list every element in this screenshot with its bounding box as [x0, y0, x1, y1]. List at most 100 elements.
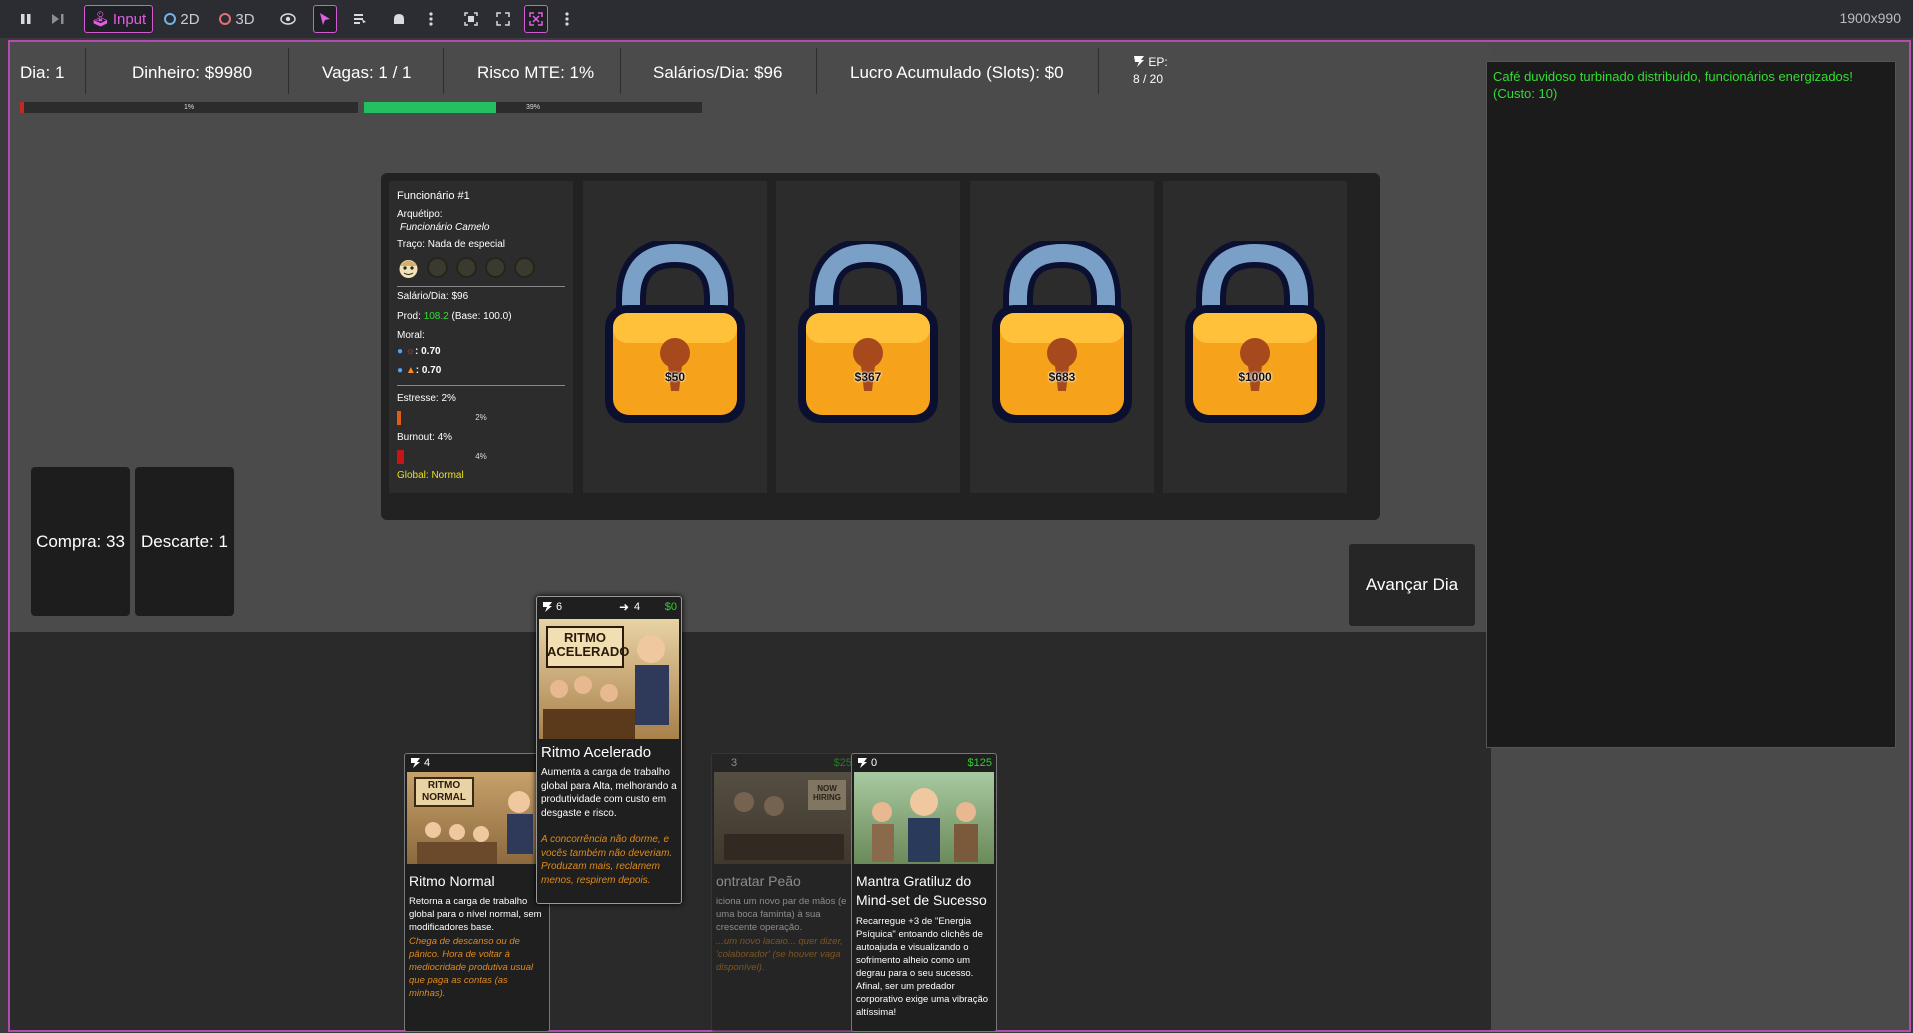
shield-icon: ● [397, 346, 404, 357]
moral-value-1: : 0.70 [415, 346, 441, 357]
burnout-bar-text: 4% [475, 452, 487, 461]
card-mantra[interactable]: 0 $125 Mantra Gratiluz do Mind-set de Su… [851, 753, 997, 1032]
employee-prod: Prod: 108.2 (Base: 100.0) [397, 311, 512, 322]
prod-value: 108.2 [423, 311, 449, 322]
circle-3d-icon [219, 13, 232, 25]
ep-value: 8 / 20 [1133, 72, 1164, 86]
ep-bolt-icon [857, 757, 868, 772]
step-frame-icon[interactable] [48, 5, 68, 33]
embed-game-icon[interactable] [524, 5, 548, 33]
empty-slot-icon [513, 256, 536, 279]
moral-label: Moral: [397, 330, 425, 341]
empty-slot-icon [484, 256, 507, 279]
card-ritmo-normal[interactable]: 4 RITMO NORMAL Ritmo Normal Retorna a ca… [404, 753, 550, 1032]
prod-base: (Base: 100.0) [451, 311, 512, 322]
burnout-bar: 4% [397, 450, 565, 464]
stat-divider [620, 48, 621, 94]
stress-bar: 2% [397, 411, 565, 425]
card-ep-cost: 3 [731, 757, 738, 769]
eye-icon[interactable] [277, 5, 299, 33]
locked-slot-1[interactable]: $50 [583, 181, 767, 493]
draw-pile[interactable]: Compra: 33 [31, 467, 130, 616]
padlock-icon [988, 237, 1136, 436]
frame-icon[interactable] [460, 5, 482, 33]
card-art-text: RITMO NORMAL [422, 780, 466, 803]
padlock-icon [601, 237, 749, 436]
discard-pile[interactable]: Descarte: 1 [135, 467, 234, 616]
circle-2d-icon [164, 13, 177, 25]
vacancies-stat: Vagas: 1 / 1 [322, 63, 412, 82]
more-options-icon[interactable] [422, 5, 440, 33]
draw-arrow-icon: ➜ [619, 600, 630, 614]
stat-divider [816, 48, 817, 94]
camera-override-icon[interactable] [388, 5, 410, 33]
ep-bar: 39% [364, 102, 702, 113]
employee-face-icon [397, 256, 420, 279]
empty-slot-icon [455, 256, 478, 279]
mode-2d-label: 2D [180, 10, 200, 28]
locked-slot-3[interactable]: $683 [970, 181, 1154, 493]
money-stat: Dinheiro: $9980 [132, 63, 253, 82]
ep-bar-text: 39% [525, 104, 540, 111]
stress-bar-text: 2% [475, 413, 487, 422]
locked-slot-4[interactable]: $1000 [1163, 181, 1347, 493]
profit-stat: Lucro Acumulado (Slots): $0 [850, 63, 1064, 82]
moral-row-2: ● ▲: 0.70 [397, 365, 441, 376]
card-art: RITMO ACELERADO [539, 619, 679, 739]
editor-toolbar: 🕹 Input 2D 3D 1900x990 [0, 0, 1913, 38]
padlock-icon [794, 237, 942, 436]
advance-day-button[interactable]: Avançar Dia [1349, 544, 1475, 626]
employee-name: Funcionário #1 [397, 190, 470, 202]
unlock-price: $367 [854, 370, 882, 384]
resolution-label: 1900x990 [1839, 10, 1901, 26]
input-mode-label: Input [112, 10, 147, 28]
stress-label: Estresse: 2% [397, 393, 456, 404]
mode-3d-button[interactable]: 3D [217, 5, 257, 33]
card-ep-cost: 6 [556, 601, 563, 613]
locked-slot-2[interactable]: $367 [776, 181, 960, 493]
gear-icon: ☼ [405, 346, 415, 357]
pause-icon[interactable] [16, 5, 36, 33]
ep-label: EP: [1148, 55, 1168, 69]
day-stat: Dia: 1 [20, 63, 65, 82]
ep-bolt-icon [1133, 55, 1148, 69]
card-art: RITMO NORMAL [407, 772, 547, 864]
card-contratar-peao[interactable]: 3 $25 NOW HIRING ontratar Peão iciona um… [711, 753, 857, 1032]
moral-value-2: : 0.70 [415, 365, 442, 376]
card-art-text-line2: ACELERADO [547, 644, 630, 659]
card-header: 0 $125 [852, 754, 996, 772]
unlock-price: $1000 [1238, 370, 1272, 384]
expand-icon[interactable] [492, 5, 514, 33]
card-art [854, 772, 994, 864]
card-flavor: A concorrência não dorme, e vocês também… [541, 834, 673, 886]
padlock-icon [1181, 237, 1329, 436]
card-ritmo-acelerado[interactable]: 6 ➜ 4 $0 RITMO ACELERADO Ritmo Acelerado… [536, 596, 682, 904]
divider [397, 286, 565, 287]
trait-label: Traço: Nada de especial [397, 239, 506, 250]
divider [397, 385, 565, 386]
risk-bar: 1% [20, 102, 358, 113]
list-select-icon[interactable] [348, 5, 372, 33]
card-flavor: ...um novo lacaio... quer dizer, 'colabo… [716, 936, 843, 973]
input-mode-button[interactable]: 🕹 Input [84, 5, 153, 33]
moral-row-1: ● ☼: 0.70 [397, 346, 441, 357]
card-title: Ritmo Acelerado [541, 744, 652, 761]
card-draw-count: 4 [634, 601, 641, 613]
card-money-cost: $125 [967, 757, 992, 769]
stat-divider [1098, 48, 1099, 94]
global-status: Global: Normal [397, 470, 464, 481]
card-art-text-line1: RITMO [564, 630, 606, 645]
employee-salary: Salário/Dia: $96 [397, 291, 469, 302]
select-tool-icon[interactable] [313, 5, 337, 33]
more-options-icon-2[interactable] [558, 5, 576, 33]
stat-divider [443, 48, 444, 94]
card-art-text: RITMO ACELERADO [547, 630, 630, 659]
salaries-stat: Salários/Dia: $96 [653, 63, 783, 82]
card-title: Ritmo Normal [409, 873, 495, 889]
card-art-text: NOW HIRING [813, 784, 841, 802]
card-description: Retorna a carga de trabalho global para … [409, 896, 542, 933]
mode-2d-button[interactable]: 2D [162, 5, 202, 33]
card-header: 6 ➜ 4 $0 [537, 597, 681, 617]
ep-bolt-icon [542, 601, 553, 616]
empty-slot-icon [426, 256, 449, 279]
